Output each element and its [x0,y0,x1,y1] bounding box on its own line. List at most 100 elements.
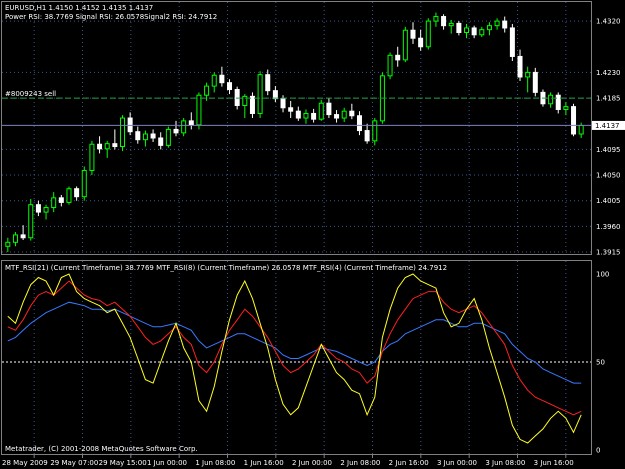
candle-body [395,54,401,61]
price-tag-value: 1.4137 [595,122,620,130]
time-axis-label: 2 Jun 08:00 [340,459,380,467]
price-axis-label: 1.3960 [596,223,621,231]
candle-body [112,143,118,148]
time-axis-label: 2 Jun 16:00 [389,459,429,467]
candle-body [249,95,255,114]
candle-body [20,234,26,239]
candle-body [142,133,148,141]
candle-body [288,107,294,112]
candle-body [181,120,187,134]
candle-body [486,25,492,31]
candle-body [418,37,424,48]
candle-body [127,117,133,133]
candle-body [58,197,64,203]
candle-body [494,20,500,27]
candle-body [525,71,531,78]
rsi-header: MTF_RSI(21) (Current Timeframe) 38.7769 … [5,264,447,272]
candle-body [578,124,584,135]
candle-body [66,188,72,203]
candle-body [135,131,141,141]
candle-body [532,71,538,93]
copyright: Metatrader, (C) 2001-2008 MetaQuotes Sof… [5,445,198,453]
price-axis-label: 1.4005 [596,197,621,205]
candle-body [12,234,18,243]
candle-body [471,27,477,36]
price-tag: 1.4137 [592,120,625,130]
candle-body [74,188,80,198]
candle-body [295,110,301,119]
candle-body [211,74,217,87]
candle-body [173,128,179,134]
candle-body [464,27,470,34]
candle-body [402,29,408,61]
rsi-axis-label: 50 [596,359,605,367]
candle-body [410,29,416,39]
candle-body [188,120,194,126]
candle-body [204,85,210,96]
candle-body [51,197,57,209]
time-axis-label: 3 Jun 08:00 [485,459,525,467]
candle-body [387,54,393,77]
time-axis-label: 2 Jun 00:00 [292,459,332,467]
candle-body [441,16,447,27]
candle-body [548,94,554,105]
candle-body [43,207,49,213]
candle-body [456,22,462,34]
symbol-info: EURUSD,H1 1.4150 1.4152 1.4135 1.4137 [5,4,153,12]
time-axis-label: 1 Jun 08:00 [195,459,235,467]
candle-body [28,204,34,239]
candle-body [234,89,240,106]
time-axis-label: 29 May 07:00 [50,459,98,467]
candle-body [97,143,103,150]
candle-body [479,29,485,36]
candle-body [502,20,508,29]
candle-body [158,137,164,146]
candle-body [356,115,362,132]
price-axis-label: 1.3915 [596,249,621,257]
candle-body [425,20,431,48]
candle-body [372,120,378,142]
indicator-info: Power RSI: 38.7769 Signal RSI: 26.0578Si… [5,13,217,21]
candle-body [311,112,317,120]
candle-body [318,102,324,120]
candle-body [571,106,577,135]
time-axis-label: 3 Jun 00:00 [437,459,477,467]
price-axis-label: 1.4230 [596,69,621,77]
candle-body [81,169,87,198]
price-axis-label: 1.4050 [596,172,621,180]
time-axis-label: 29 May 15:00 [99,459,147,467]
candle-body [448,22,454,27]
price-axis-label: 1.4095 [596,146,621,154]
candle-body [165,128,171,146]
price-axis-label: 1.4320 [596,18,621,26]
candle-body [265,74,271,92]
candle-body [104,143,110,150]
candle-body [272,90,278,100]
candle-body [563,106,569,110]
candle-body [150,133,156,139]
candle-body [364,130,370,142]
candle-body [227,82,233,91]
time-axis-label: 1 Jun 16:00 [244,459,284,467]
candle-body [280,98,286,109]
candle-body [196,94,202,126]
time-axis-label: 3 Jun 16:00 [534,459,574,467]
time-axis-label: 1 Jun 00:00 [147,459,187,467]
candle-body [5,241,11,247]
candle-body [119,117,125,148]
candle-body [509,27,515,57]
candle-body [326,102,332,116]
time-axis-label: 28 May 2009 [2,459,48,467]
candle-body [517,55,523,78]
candle-body [89,143,95,171]
candle-body [555,94,561,110]
rsi-axis-label: 100 [596,271,609,279]
candle-body [334,114,340,119]
candle-body [257,74,263,114]
candle-body [219,74,225,84]
order-label: #8009243 sell [5,90,56,98]
candle-body [35,204,41,213]
rsi-axis-label: 0 [596,447,600,455]
trading-chart[interactable]: #8009243 sell EURUSD,H1 1.4150 1.4152 1.… [0,0,625,469]
candle-body [433,16,439,22]
